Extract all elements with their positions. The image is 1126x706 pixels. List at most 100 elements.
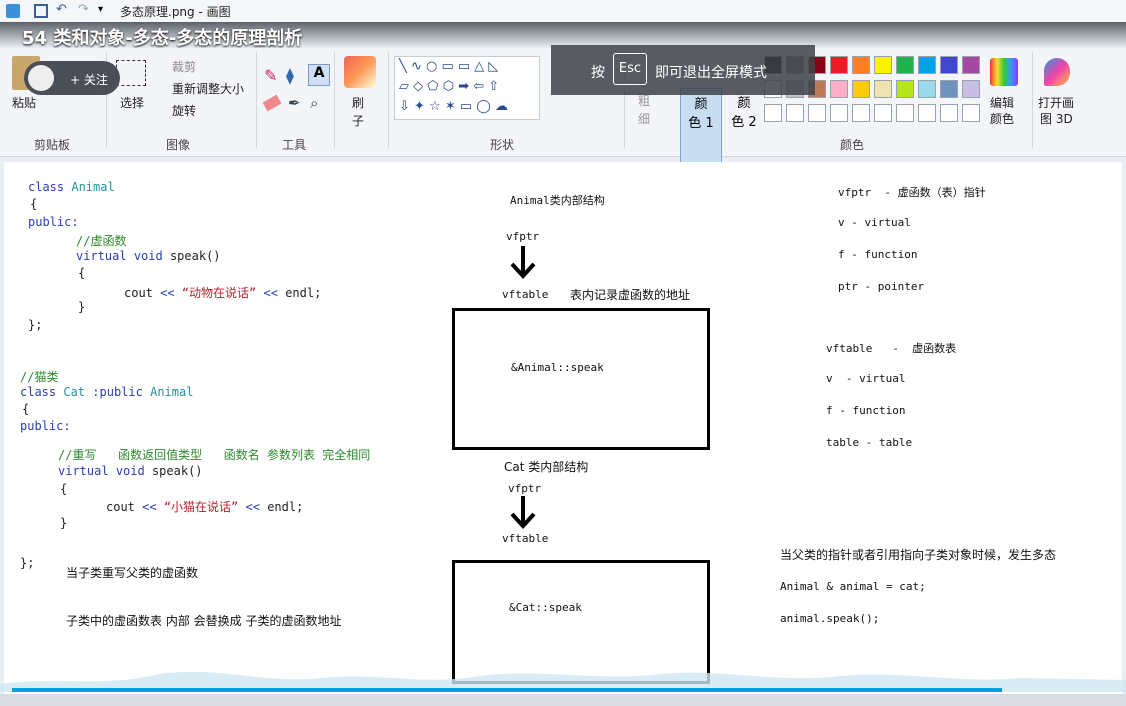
- color-1-label-top: 颜: [694, 97, 708, 112]
- string-literal: “小猫在说话”: [163, 500, 239, 514]
- color-swatch[interactable]: [962, 56, 980, 74]
- color-swatch[interactable]: [874, 104, 892, 122]
- edit-colors-label-top[interactable]: 编辑: [990, 94, 1014, 111]
- note-table: table - table: [826, 436, 913, 449]
- keyword: :public: [92, 385, 143, 399]
- note-f: f - function: [838, 248, 918, 261]
- color-swatch[interactable]: [940, 104, 958, 122]
- keyword: virtual: [58, 464, 109, 478]
- code-line: };: [20, 556, 35, 570]
- thickness-button[interactable]: 粗细: [638, 92, 652, 128]
- color-swatch[interactable]: [918, 80, 936, 98]
- progress-bar[interactable]: [12, 688, 1002, 692]
- cat-vfptr-label: vfptr: [508, 482, 542, 495]
- animal-vftable-box: &Animal::speak: [452, 308, 710, 450]
- color-swatch[interactable]: [852, 56, 870, 74]
- shapes-gallery[interactable]: ╲ ∿ ○ ▭ ▭ △ ◺ ▱ ◇ ⬠ ⬡ ➡ ⇦ ⇧ ⇩ ✦ ☆ ✶ ▭ ◯ ☁: [394, 56, 540, 120]
- progress-track[interactable]: [0, 694, 1126, 706]
- rotate-button[interactable]: 旋转: [172, 102, 196, 119]
- cat-struct-label: Cat 类内部结构: [504, 460, 589, 474]
- color-swatch[interactable]: [940, 80, 958, 98]
- crop-button[interactable]: 裁剪: [172, 58, 196, 75]
- color-swatch[interactable]: [896, 56, 914, 74]
- ribbon-separator: [256, 52, 257, 148]
- code-line: cout << “小猫在说话” << endl;: [106, 498, 303, 515]
- color-swatch[interactable]: [918, 56, 936, 74]
- esc-message: 即可退出全屏模式: [655, 65, 767, 81]
- code-token: endl;: [267, 500, 304, 514]
- keyword: class: [20, 385, 57, 399]
- shapes-group-label: 形状: [490, 138, 515, 152]
- ribbon-separator: [334, 52, 335, 148]
- code-comment: //虚函数: [76, 234, 127, 248]
- color-swatch[interactable]: [830, 80, 848, 98]
- color-picker-icon[interactable]: ✒: [288, 94, 301, 112]
- code-line: }: [60, 516, 68, 530]
- video-title: 54 类和对象-多态-多态的原理剖析: [22, 28, 303, 49]
- color-1-button[interactable]: 颜 色 1: [680, 88, 722, 164]
- string-literal: “动物在说话”: [181, 286, 257, 300]
- note-ptr: ptr - pointer: [838, 280, 925, 293]
- paste-button[interactable]: 粘贴: [12, 94, 36, 111]
- color-swatch[interactable]: [830, 56, 848, 74]
- color-swatch[interactable]: [940, 56, 958, 74]
- code-line: class Animal: [28, 180, 115, 194]
- edit-colors-label-bottom[interactable]: 颜色: [990, 110, 1014, 127]
- redo-icon[interactable]: ↷: [78, 2, 92, 17]
- color-swatch[interactable]: [962, 104, 980, 122]
- ribbon-separator: [388, 52, 389, 148]
- animal-speak-entry: &Animal::speak: [511, 361, 604, 374]
- note-f2: f - function: [826, 404, 906, 417]
- code-comment: //重写 函数返回值类型 函数名 参数列表 完全相同: [58, 448, 371, 462]
- type-name: Cat: [63, 385, 86, 399]
- paint-app-icon: [6, 4, 20, 18]
- keyword: void: [115, 464, 145, 478]
- keyword: void: [133, 249, 163, 263]
- follow-button[interactable]: + 关注: [24, 61, 120, 95]
- color-swatch[interactable]: [962, 80, 980, 98]
- color-2-label-bottom: 色 2: [731, 115, 757, 130]
- resize-button[interactable]: 重新调整大小: [172, 80, 244, 97]
- code-line: public:: [20, 419, 71, 433]
- code-ref-line: Animal & animal = cat;: [780, 580, 926, 593]
- select-button[interactable]: 选择: [120, 94, 144, 111]
- magnifier-icon[interactable]: ⌕: [310, 94, 318, 112]
- color-swatch[interactable]: [764, 104, 782, 122]
- text-tool-icon[interactable]: A: [308, 64, 330, 86]
- table-description: 表内记录虚函数的地址: [570, 288, 691, 302]
- color-swatch[interactable]: [852, 104, 870, 122]
- code-line: }: [78, 300, 86, 314]
- quick-access-dropdown-icon[interactable]: ▾: [98, 4, 112, 18]
- pencil-icon[interactable]: ✎: [264, 66, 277, 85]
- color-swatch[interactable]: [852, 80, 870, 98]
- color-swatch[interactable]: [874, 56, 892, 74]
- color-swatch[interactable]: [896, 104, 914, 122]
- paint-canvas[interactable]: class Animal { public: //虚函数 virtual voi…: [4, 162, 1122, 694]
- code-line: class Cat :public Animal: [20, 385, 193, 399]
- color-swatch[interactable]: [896, 80, 914, 98]
- color-swatch[interactable]: [808, 104, 826, 122]
- paint3d-icon[interactable]: [1044, 58, 1070, 86]
- color-swatch[interactable]: [918, 104, 936, 122]
- brush-icon[interactable]: [344, 56, 376, 88]
- code-token: cout: [106, 500, 135, 514]
- open-paint3d-label-bottom[interactable]: 图 3D: [1040, 110, 1073, 127]
- open-paint3d-label-top[interactable]: 打开画: [1038, 94, 1074, 111]
- color-1-label-bottom: 色 1: [688, 116, 714, 131]
- down-arrow-icon: [510, 246, 536, 279]
- color-swatch[interactable]: [830, 104, 848, 122]
- code-line: {: [78, 266, 86, 280]
- brush-button[interactable]: 刷子: [352, 94, 366, 130]
- eraser-icon[interactable]: [262, 94, 282, 112]
- undo-icon[interactable]: ↶: [56, 2, 70, 17]
- cat-speak-entry: &Cat::speak: [509, 601, 582, 614]
- color-swatch[interactable]: [874, 80, 892, 98]
- edit-colors-icon[interactable]: [990, 58, 1018, 86]
- select-icon[interactable]: [116, 60, 146, 86]
- color-2-button[interactable]: 颜 色 2: [724, 88, 764, 162]
- code-operator: <<: [160, 286, 175, 300]
- animal-vftable-label: vftable: [502, 288, 549, 301]
- fill-icon[interactable]: ⧫: [286, 66, 294, 85]
- save-icon[interactable]: [34, 4, 48, 18]
- color-swatch[interactable]: [786, 104, 804, 122]
